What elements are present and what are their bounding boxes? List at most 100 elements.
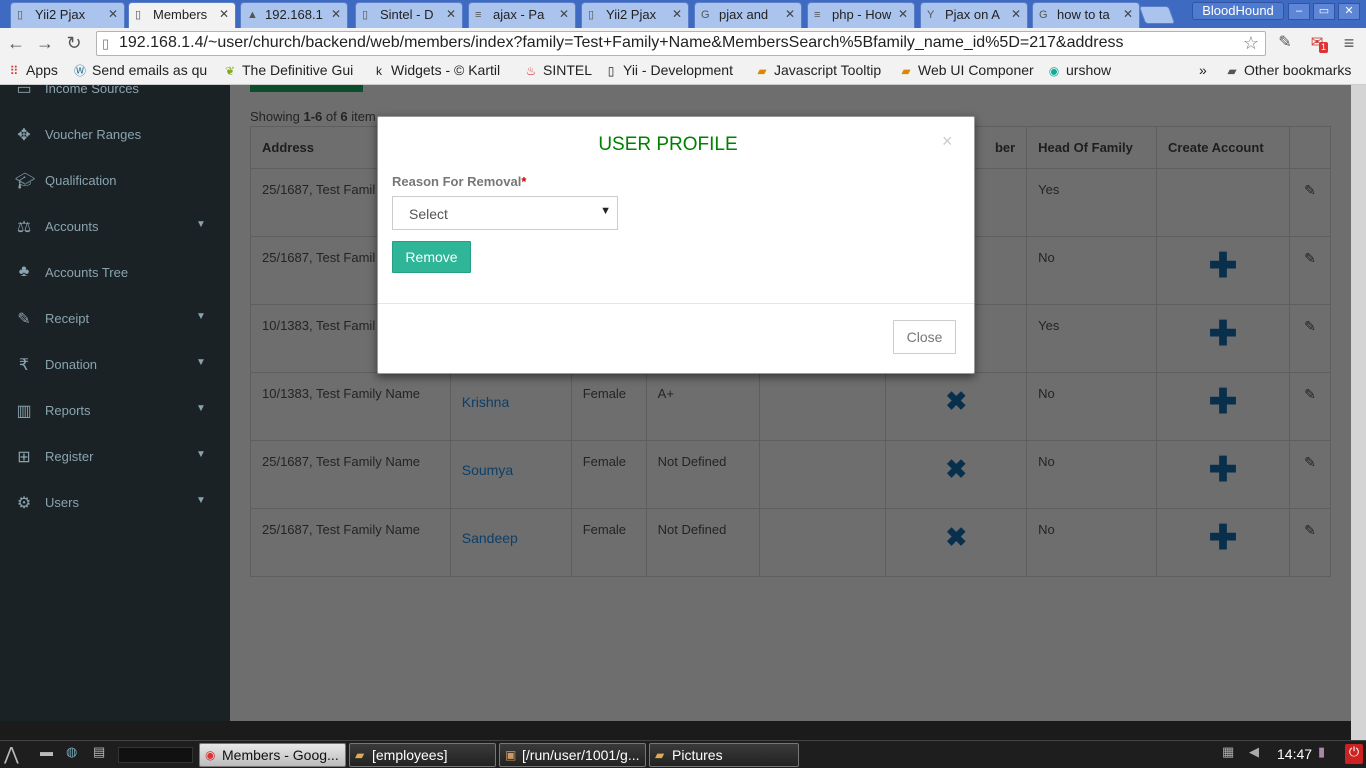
tab-phpmyadmin[interactable]: ▲ 192.168.1 ✕ bbox=[240, 2, 348, 28]
close-tab-icon[interactable]: ✕ bbox=[559, 7, 569, 21]
pencil-icon[interactable]: ✎ bbox=[1301, 386, 1319, 403]
sidebar-item-accounts-tree[interactable]: ♣ Accounts Tree bbox=[0, 250, 230, 296]
cell-name-link[interactable]: Sandeep bbox=[449, 508, 572, 577]
reason-select[interactable]: Select ▼ bbox=[392, 196, 618, 230]
sidebar-item-accounts[interactable]: ⚖ Accounts ▼ bbox=[0, 204, 230, 250]
menu-icon[interactable]: ≡ bbox=[1338, 32, 1360, 54]
tab-members[interactable]: ▯ Members ✕ bbox=[128, 2, 236, 29]
tab-yii2-pjax-1[interactable]: ▯ Yii2 Pjax ✕ bbox=[10, 2, 125, 28]
scrollbar[interactable] bbox=[1351, 85, 1366, 740]
workspace-switcher[interactable] bbox=[118, 747, 193, 763]
column-header-create-account[interactable]: Create Account bbox=[1156, 126, 1290, 169]
start-menu-icon[interactable]: ⋀ bbox=[4, 744, 19, 766]
cell-name-link[interactable]: Krishna bbox=[449, 372, 572, 441]
cell-blood-group: A+ bbox=[645, 372, 760, 441]
tab-title: ajax - Pa bbox=[493, 7, 545, 22]
eyedropper-icon[interactable]: ✎ bbox=[1274, 32, 1296, 54]
bookmark-other-bookmarks[interactable]: ▰ Other bookmarks bbox=[1225, 62, 1351, 78]
network-icon[interactable]: ▦ bbox=[1222, 744, 1234, 766]
cell-name-link[interactable]: Soumya bbox=[449, 440, 572, 509]
sidebar-item-donation[interactable]: ₹ Donation ▼ bbox=[0, 342, 230, 388]
back-icon[interactable]: ← bbox=[5, 32, 27, 54]
gmail-icon[interactable]: ✉ 1 bbox=[1306, 32, 1329, 54]
close-tab-icon[interactable]: ✕ bbox=[785, 7, 795, 21]
sidebar-item-register[interactable]: ⊞ Register ▼ bbox=[0, 434, 230, 480]
tab-pjax-and[interactable]: G pjax and ✕ bbox=[694, 2, 802, 28]
reason-label: Reason For Removal* bbox=[392, 174, 527, 189]
forward-icon[interactable]: → bbox=[34, 32, 56, 54]
sidebar-item-voucher-ranges[interactable]: ✥ Voucher Ranges bbox=[0, 112, 230, 158]
sidebar-item-qualification[interactable]: 🎓︎ Qualification bbox=[0, 158, 230, 204]
file-manager-icon[interactable]: ▤ bbox=[93, 744, 105, 766]
close-tab-icon[interactable]: ✕ bbox=[898, 7, 908, 21]
bookmark-widgets-kartik[interactable]: k Widgets - © Kartil bbox=[372, 62, 510, 78]
task-employees[interactable]: ▰ [employees] bbox=[349, 743, 496, 767]
add-member-button[interactable] bbox=[250, 85, 363, 92]
pencil-icon[interactable]: ✎ bbox=[1301, 522, 1319, 539]
bookmarks-overflow-button[interactable]: » bbox=[1199, 62, 1207, 78]
pencil-icon[interactable]: ✎ bbox=[1301, 182, 1319, 199]
tab-pjax-on[interactable]: Y Pjax on A ✕ bbox=[920, 2, 1028, 28]
close-button[interactable]: Close bbox=[893, 320, 956, 354]
power-icon[interactable]: ⏻ bbox=[1345, 744, 1363, 764]
close-tab-icon[interactable]: ✕ bbox=[1123, 7, 1133, 21]
plus-icon[interactable]: ✚ bbox=[1168, 453, 1278, 487]
tab-sintel[interactable]: ▯ Sintel - D ✕ bbox=[355, 2, 463, 28]
bookmark-yii-development[interactable]: ▯ Yii - Development bbox=[604, 62, 744, 78]
minimize-icon[interactable]: – bbox=[1288, 3, 1310, 20]
remove-x-icon[interactable]: ✖ bbox=[897, 522, 1015, 550]
volume-icon[interactable]: ◀ bbox=[1249, 744, 1259, 766]
close-window-icon[interactable]: ✕ bbox=[1338, 3, 1360, 20]
close-tab-icon[interactable]: ✕ bbox=[446, 7, 456, 21]
sidebar-item-reports[interactable]: ▥ Reports ▼ bbox=[0, 388, 230, 434]
pencil-icon[interactable]: ✎ bbox=[1301, 454, 1319, 471]
bookmark-web-ui-components[interactable]: ▰ Web UI Componer bbox=[899, 62, 1037, 78]
bookmark-javascript-tooltip[interactable]: ▰ Javascript Tooltip bbox=[755, 62, 890, 78]
google-icon: G bbox=[1039, 9, 1048, 21]
remove-x-icon[interactable]: ✖ bbox=[897, 386, 1015, 414]
bookmark-urshow[interactable]: ◉ urshow bbox=[1047, 62, 1111, 78]
close-tab-icon[interactable]: ✕ bbox=[1011, 7, 1021, 21]
close-tab-icon[interactable]: ✕ bbox=[331, 7, 341, 21]
close-tab-icon[interactable]: ✕ bbox=[219, 7, 229, 21]
user-icon[interactable]: ▮ bbox=[1318, 744, 1325, 766]
task-run-user[interactable]: ▣ [/run/user/1001/g... bbox=[499, 743, 646, 767]
star-icon[interactable]: ☆ bbox=[1239, 33, 1259, 54]
plus-icon[interactable]: ✚ bbox=[1168, 521, 1278, 555]
bookmark-send-emails[interactable]: Ⓦ Send emails as qu bbox=[73, 62, 213, 79]
column-header-head-of-family[interactable]: Head Of Family bbox=[1026, 126, 1158, 169]
sidebar-item-income-sources[interactable]: ▭ Income Sources bbox=[0, 85, 230, 112]
sidebar-item-users[interactable]: ⚙ Users ▼ bbox=[0, 480, 230, 526]
pencil-icon[interactable]: ✎ bbox=[1301, 250, 1319, 267]
tab-title: Sintel - D bbox=[380, 7, 434, 22]
bookmark-definitive-guide[interactable]: ❦ The Definitive Gui bbox=[223, 62, 363, 78]
bookmark-sintel[interactable]: ♨ SINTEL bbox=[524, 62, 592, 78]
tab-how-to[interactable]: G how to ta ✕ bbox=[1032, 2, 1140, 28]
close-tab-icon[interactable]: ✕ bbox=[108, 7, 118, 21]
web-browser-icon[interactable]: ◍ bbox=[66, 744, 77, 766]
sidebar-item-receipt[interactable]: ✎ Receipt ▼ bbox=[0, 296, 230, 342]
show-desktop-icon[interactable]: ▬ bbox=[40, 744, 53, 766]
plus-icon[interactable]: ✚ bbox=[1168, 385, 1278, 419]
task-pictures[interactable]: ▰ Pictures bbox=[649, 743, 799, 767]
new-tab-button[interactable] bbox=[1138, 6, 1176, 24]
bookmark-apps[interactable]: ⠿ Apps bbox=[7, 62, 58, 78]
remove-x-icon[interactable]: ✖ bbox=[897, 454, 1015, 482]
maximize-icon[interactable]: ▭ bbox=[1313, 3, 1335, 20]
plus-icon[interactable]: ✚ bbox=[1168, 249, 1278, 283]
close-icon[interactable]: × bbox=[942, 131, 953, 152]
address-bar[interactable]: ▯ 192.168.1.4/~user/church/backend/web/m… bbox=[96, 31, 1266, 56]
close-tab-icon[interactable]: ✕ bbox=[672, 7, 682, 21]
arrows-icon: ✥ bbox=[17, 127, 31, 144]
tab-yii2-pjax-2[interactable]: ▯ Yii2 Pjax ✕ bbox=[581, 2, 689, 28]
tab-title: Yii2 Pjax bbox=[606, 7, 657, 22]
profile-button[interactable]: BloodHound bbox=[1192, 2, 1284, 20]
reload-icon[interactable]: ↻ bbox=[63, 32, 85, 54]
chevron-down-icon: ▼ bbox=[196, 311, 206, 322]
remove-button[interactable]: Remove bbox=[392, 241, 471, 273]
tab-ajax[interactable]: ≡ ajax - Pa ✕ bbox=[468, 2, 576, 28]
pencil-icon[interactable]: ✎ bbox=[1301, 318, 1319, 335]
task-members-chrome[interactable]: ◉ Members - Goog... bbox=[199, 743, 346, 767]
tab-php-how[interactable]: ≡ php - How ✕ bbox=[807, 2, 915, 28]
plus-icon[interactable]: ✚ bbox=[1168, 317, 1278, 351]
